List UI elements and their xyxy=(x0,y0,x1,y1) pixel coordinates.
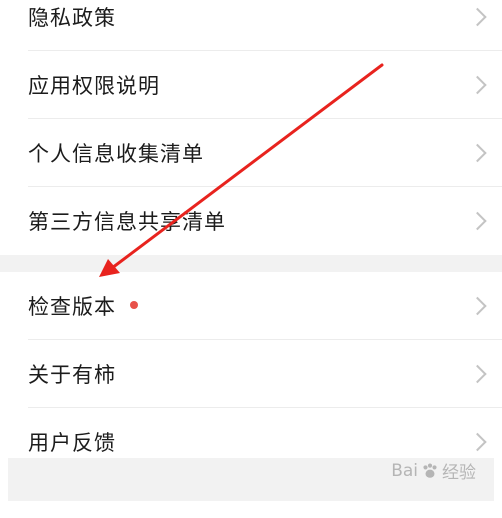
personal-info-list-label: 个人信息收集清单 xyxy=(28,142,204,166)
chevron-right-icon xyxy=(468,364,487,384)
chevron-right-icon xyxy=(468,75,487,95)
section-separator xyxy=(0,255,502,272)
chevron-right-icon xyxy=(468,7,487,27)
about-app-row[interactable]: 关于有柿 xyxy=(0,340,502,408)
baidu-jingyan-watermark: Bai 经验 xyxy=(391,458,476,484)
check-version-row[interactable]: 检查版本 xyxy=(0,272,502,340)
paw-icon xyxy=(423,463,437,478)
about-group: 检查版本 关于有柿 用户反馈 xyxy=(0,272,502,476)
update-dot-badge xyxy=(130,301,138,309)
third-party-sharing-row[interactable]: 第三方信息共享清单 xyxy=(0,187,502,255)
third-party-sharing-label: 第三方信息共享清单 xyxy=(28,210,226,234)
chevron-right-icon xyxy=(468,143,487,163)
privacy-policy-label: 隐私政策 xyxy=(28,6,116,30)
chevron-right-icon xyxy=(468,211,487,231)
watermark-text-left: Bai xyxy=(391,460,418,481)
about-app-label: 关于有柿 xyxy=(28,363,116,387)
check-version-label: 检查版本 xyxy=(28,295,116,319)
app-permissions-row[interactable]: 应用权限说明 xyxy=(0,51,502,119)
chevron-right-icon xyxy=(468,296,487,316)
settings-screen: 隐私政策 应用权限说明 个人信息收集清单 第三方信息共享清单 检查版本 关于有柿… xyxy=(0,0,502,501)
personal-info-list-row[interactable]: 个人信息收集清单 xyxy=(0,119,502,187)
watermark-text-right: 经验 xyxy=(442,463,476,483)
privacy-policy-row[interactable]: 隐私政策 xyxy=(0,0,502,51)
chevron-right-icon xyxy=(468,432,487,452)
app-permissions-label: 应用权限说明 xyxy=(28,74,160,98)
privacy-settings-group: 隐私政策 应用权限说明 个人信息收集清单 第三方信息共享清单 xyxy=(0,0,502,255)
user-feedback-label: 用户反馈 xyxy=(28,431,116,455)
